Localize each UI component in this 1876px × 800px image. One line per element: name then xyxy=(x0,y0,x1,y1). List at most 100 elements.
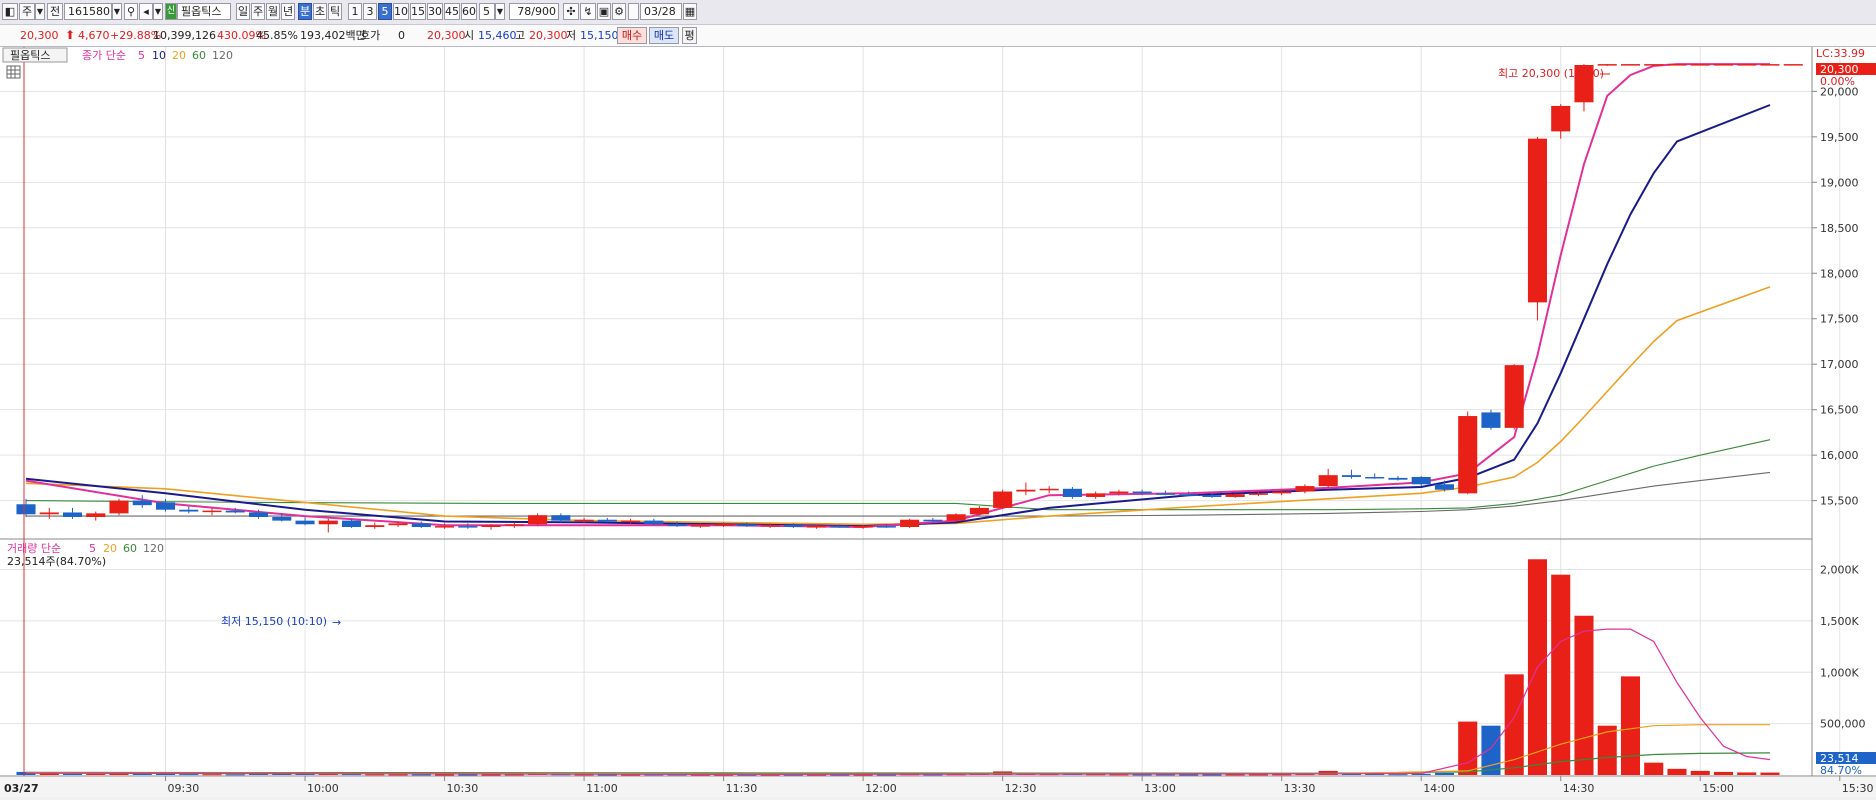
period-minute[interactable]: 분 xyxy=(298,3,312,20)
candle-body xyxy=(1713,64,1734,66)
period-second[interactable]: 초 xyxy=(313,3,327,20)
high-annotation: 최고 20,300 (14:50) xyxy=(1498,67,1604,80)
period-week[interactable]: 주 xyxy=(251,3,265,20)
jeon-button[interactable]: 전 xyxy=(47,3,63,20)
price-change: 4,670 xyxy=(78,29,110,42)
ma-legend-5: 5 xyxy=(138,49,145,62)
period-tick[interactable]: 틱 xyxy=(328,3,342,20)
price-tick-label: 18,000 xyxy=(1820,267,1859,280)
stock-name-field[interactable]: 필옵틱스 xyxy=(177,3,231,20)
volume-bar xyxy=(365,774,385,776)
open-price: 15,460 xyxy=(478,29,517,42)
volume-bar xyxy=(1225,774,1245,776)
speaker-icon[interactable]: ◂ xyxy=(139,3,153,20)
interval-5[interactable]: 5 xyxy=(378,3,392,20)
mode-selector[interactable]: 주 xyxy=(19,3,35,20)
volume-bar xyxy=(1644,762,1664,775)
count-max: /900 xyxy=(531,5,556,18)
candle-body xyxy=(1434,484,1454,490)
interval-3[interactable]: 3 xyxy=(363,3,377,20)
stock-code-input[interactable]: 161580 xyxy=(64,3,112,20)
period-month[interactable]: 월 xyxy=(266,3,280,20)
time-tick-label: 13:30 xyxy=(1284,782,1316,795)
layout-icon[interactable]: ◧ xyxy=(2,3,18,20)
candle-body xyxy=(1458,416,1478,494)
volume-bar xyxy=(1179,774,1199,776)
crosshair-icon[interactable]: ✣ xyxy=(563,3,579,20)
price-tick-label: 18,500 xyxy=(1820,222,1859,235)
buy-button[interactable]: 매수 xyxy=(617,27,647,44)
candle-body xyxy=(644,520,664,525)
hoga-label: 호가 xyxy=(360,29,381,42)
sell-button[interactable]: 매도 xyxy=(649,27,679,44)
candle-body xyxy=(737,524,757,527)
chevron-down-icon[interactable]: ▼ xyxy=(35,3,45,20)
candle-body xyxy=(318,520,338,525)
time-tick-label: 15:30 xyxy=(1842,782,1874,795)
vol-legend-5: 5 xyxy=(89,542,96,555)
candle-body xyxy=(1062,488,1082,497)
period-day[interactable]: 일 xyxy=(236,3,250,20)
search-icon[interactable]: ⚲ xyxy=(124,3,138,20)
table-icon[interactable] xyxy=(6,65,21,79)
candle-body xyxy=(179,509,199,512)
low-price: 15,150 xyxy=(580,29,619,42)
interval-45[interactable]: 45 xyxy=(444,3,460,20)
pyeong-button[interactable]: 평 xyxy=(682,27,697,44)
candle-body xyxy=(969,507,989,515)
vol-legend-title: 거래량 단순 xyxy=(7,542,61,555)
volume-bar xyxy=(481,774,501,776)
current-price: 20,300 xyxy=(20,29,59,42)
volume-bar xyxy=(388,774,408,776)
candle-body xyxy=(690,525,710,527)
candle-body xyxy=(1202,495,1222,497)
time-tick-label: 11:00 xyxy=(586,782,618,795)
volume-bar xyxy=(435,774,455,776)
period-year[interactable]: 년 xyxy=(281,3,295,20)
chevron-down-icon[interactable]: ▼ xyxy=(495,3,505,20)
lc-label: LC:33.99 xyxy=(1816,47,1865,60)
candle-body xyxy=(1388,477,1408,480)
interval-30[interactable]: 30 xyxy=(427,3,443,20)
ma-legend-20: 20 xyxy=(172,49,186,62)
candle-body xyxy=(16,504,36,515)
date-checkbox[interactable] xyxy=(628,3,639,20)
candle-body xyxy=(1481,412,1501,428)
count-input[interactable]: 78/900 xyxy=(509,3,559,20)
volume-bar xyxy=(1551,574,1571,775)
volume-bar xyxy=(62,773,83,775)
candle-body xyxy=(481,525,501,527)
low-label: 저 xyxy=(566,29,577,42)
calendar-icon[interactable]: ▦ xyxy=(683,3,697,20)
gear-icon[interactable]: ⚙ xyxy=(612,3,626,20)
time-tick-label: 10:00 xyxy=(307,782,339,795)
save-icon[interactable]: ▣ xyxy=(597,3,611,20)
interval-1[interactable]: 1 xyxy=(348,3,362,20)
candle-body xyxy=(1644,64,1664,66)
vol-info: 23,514주(84.70%) xyxy=(7,555,106,568)
interval-10[interactable]: 10 xyxy=(393,3,409,20)
time-tick-label: 12:00 xyxy=(865,782,897,795)
candle-body xyxy=(1551,105,1571,132)
interval-input[interactable]: 5 xyxy=(479,3,495,20)
chart-area[interactable]: 15,500 16,000 16,500 17,000 17,500 18,000 18,5… xyxy=(0,47,1876,800)
trend-icon[interactable]: ↯ xyxy=(580,3,596,20)
trade-volume: 10,399,126 xyxy=(153,29,216,42)
date-input[interactable]: 03/28 xyxy=(640,3,682,20)
chevron-down-icon[interactable]: ▼ xyxy=(112,3,122,20)
candle-body xyxy=(272,516,292,521)
candle-body xyxy=(1783,64,1803,66)
pct-label: 0.00% xyxy=(1820,75,1855,88)
volume-bar xyxy=(1202,774,1222,776)
volume-bar xyxy=(202,774,222,776)
candle-body xyxy=(458,526,478,528)
time-tick-label: 09:30 xyxy=(168,782,200,795)
open-label: 시 xyxy=(464,29,475,42)
candle-body xyxy=(1109,491,1129,494)
candle-body xyxy=(830,526,850,528)
chevron-down-icon[interactable]: ▼ xyxy=(153,3,163,20)
interval-60[interactable]: 60 xyxy=(461,3,477,20)
candle-body xyxy=(155,502,176,510)
chart-canvas[interactable]: 15,500 16,000 16,500 17,000 17,500 18,000 18,5… xyxy=(0,47,1876,797)
interval-15[interactable]: 15 xyxy=(410,3,426,20)
